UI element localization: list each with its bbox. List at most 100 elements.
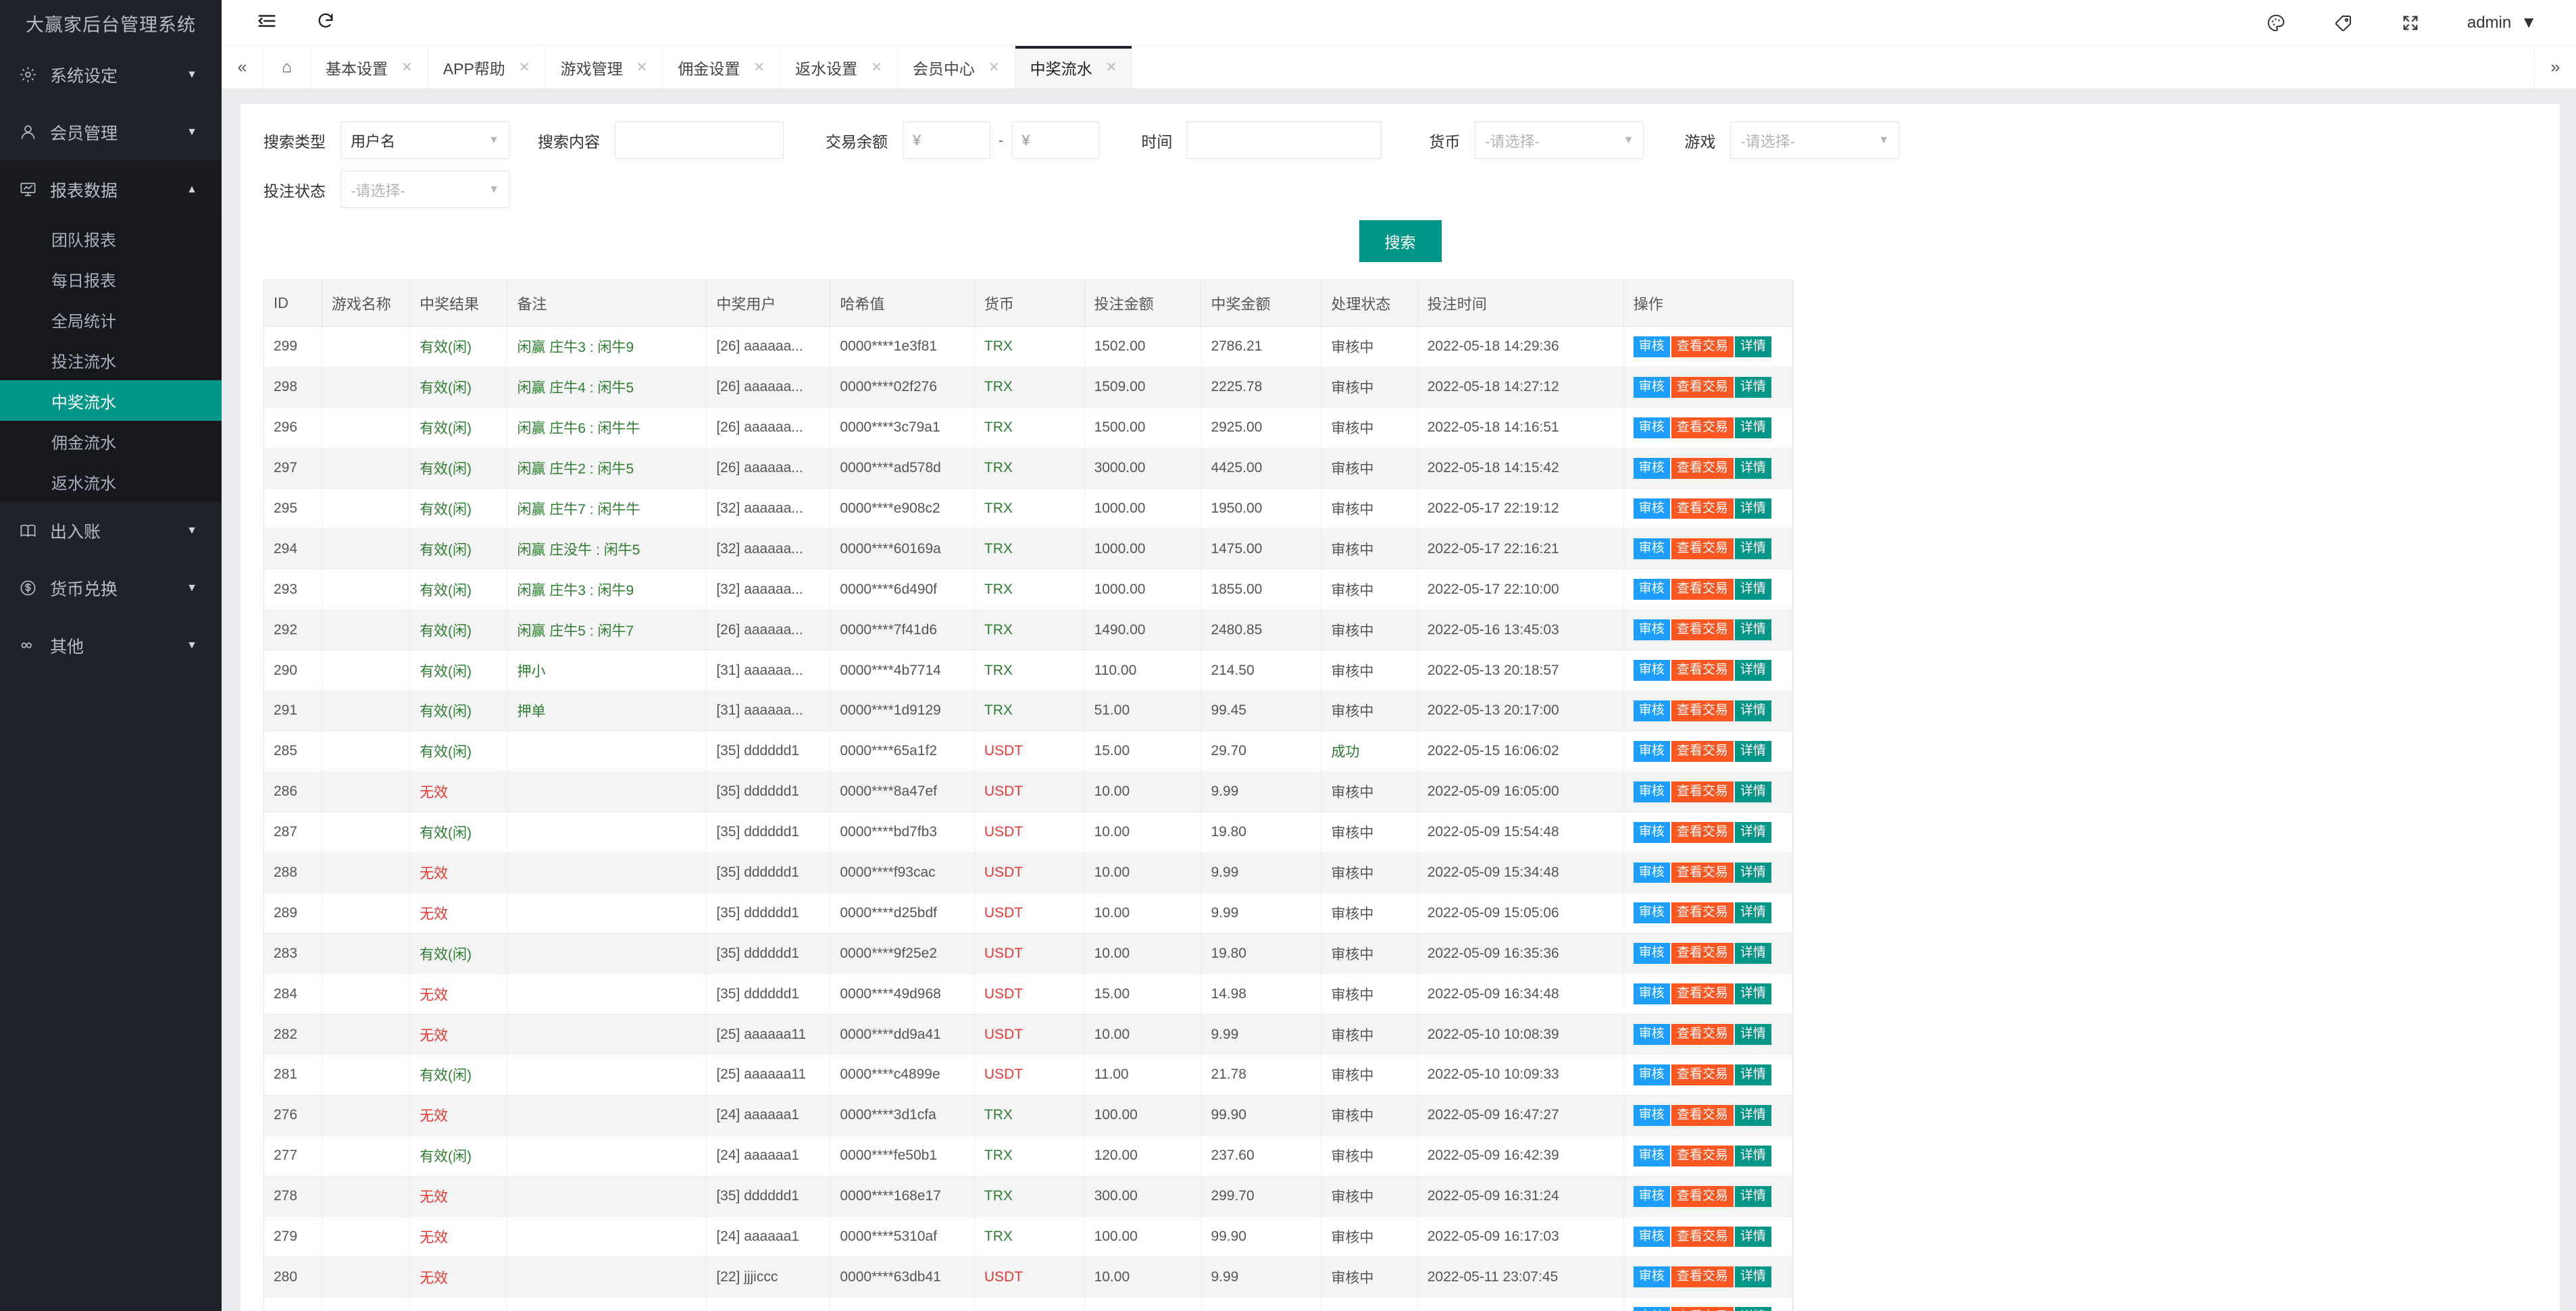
detail-button[interactable]: 详情 xyxy=(1735,1307,1771,1311)
sidebar-group-4[interactable]: 货币兑换▼ xyxy=(0,559,222,617)
view-transaction-button[interactable]: 查看交易 xyxy=(1671,1064,1734,1085)
audit-button[interactable]: 审核 xyxy=(1634,822,1670,843)
user-menu[interactable]: admin ▼ xyxy=(2467,14,2537,32)
detail-button[interactable]: 详情 xyxy=(1735,336,1771,357)
sidebar-item-1[interactable]: 每日报表 xyxy=(0,259,222,299)
search-button[interactable]: 搜索 xyxy=(1359,220,1442,262)
close-icon[interactable]: ✕ xyxy=(753,59,765,76)
detail-button[interactable]: 详情 xyxy=(1735,822,1771,843)
time-input[interactable] xyxy=(1187,122,1382,159)
sidebar-item-3[interactable]: 投注流水 xyxy=(0,340,222,380)
audit-button[interactable]: 审核 xyxy=(1634,741,1670,762)
view-transaction-button[interactable]: 查看交易 xyxy=(1671,1186,1734,1207)
currency-select[interactable]: -请选择- ▼ xyxy=(1475,122,1644,159)
palette-icon[interactable] xyxy=(2266,13,2286,33)
detail-button[interactable]: 详情 xyxy=(1735,417,1771,438)
close-icon[interactable]: ✕ xyxy=(1106,59,1117,76)
detail-button[interactable]: 详情 xyxy=(1735,700,1771,721)
detail-button[interactable]: 详情 xyxy=(1735,1186,1771,1207)
view-transaction-button[interactable]: 查看交易 xyxy=(1671,660,1734,681)
detail-button[interactable]: 详情 xyxy=(1735,863,1771,883)
audit-button[interactable]: 审核 xyxy=(1634,660,1670,681)
tag-icon[interactable] xyxy=(2333,13,2354,33)
sidebar-item-5[interactable]: 佣金流水 xyxy=(0,421,222,461)
refresh-icon[interactable] xyxy=(316,11,335,34)
audit-button[interactable]: 审核 xyxy=(1634,863,1670,883)
view-transaction-button[interactable]: 查看交易 xyxy=(1671,498,1734,519)
audit-button[interactable]: 审核 xyxy=(1634,538,1670,559)
audit-button[interactable]: 审核 xyxy=(1634,1186,1670,1207)
audit-button[interactable]: 审核 xyxy=(1634,943,1670,964)
tab-3[interactable]: 佣金设置✕ xyxy=(663,46,780,88)
view-transaction-button[interactable]: 查看交易 xyxy=(1671,1307,1734,1311)
audit-button[interactable]: 审核 xyxy=(1634,1307,1670,1311)
detail-button[interactable]: 详情 xyxy=(1735,1105,1771,1126)
tab-1[interactable]: APP帮助✕ xyxy=(428,46,546,88)
detail-button[interactable]: 详情 xyxy=(1735,458,1771,479)
audit-button[interactable]: 审核 xyxy=(1634,458,1670,479)
tab-5[interactable]: 会员中心✕ xyxy=(898,46,1015,88)
detail-button[interactable]: 详情 xyxy=(1735,1024,1771,1045)
view-transaction-button[interactable]: 查看交易 xyxy=(1671,781,1734,802)
balance-max-input[interactable]: ¥ xyxy=(1011,122,1099,159)
audit-button[interactable]: 审核 xyxy=(1634,700,1670,721)
audit-button[interactable]: 审核 xyxy=(1634,1105,1670,1126)
sidebar-group-1[interactable]: 会员管理▼ xyxy=(0,103,222,161)
close-icon[interactable]: ✕ xyxy=(871,59,882,76)
sidebar-item-4[interactable]: 中奖流水 xyxy=(0,380,222,421)
audit-button[interactable]: 审核 xyxy=(1634,377,1670,398)
close-icon[interactable]: ✕ xyxy=(401,59,413,76)
view-transaction-button[interactable]: 查看交易 xyxy=(1671,619,1734,640)
audit-button[interactable]: 审核 xyxy=(1634,1146,1670,1166)
view-transaction-button[interactable]: 查看交易 xyxy=(1671,1024,1734,1045)
detail-button[interactable]: 详情 xyxy=(1735,1064,1771,1085)
view-transaction-button[interactable]: 查看交易 xyxy=(1671,1227,1734,1248)
detail-button[interactable]: 详情 xyxy=(1735,1266,1771,1287)
game-select[interactable]: -请选择- ▼ xyxy=(1730,122,1899,159)
balance-min-input[interactable]: ¥ xyxy=(903,122,990,159)
view-transaction-button[interactable]: 查看交易 xyxy=(1671,741,1734,762)
view-transaction-button[interactable]: 查看交易 xyxy=(1671,983,1734,1004)
audit-button[interactable]: 审核 xyxy=(1634,336,1670,357)
sidebar-group-2[interactable]: 报表数据▲ xyxy=(0,161,222,218)
detail-button[interactable]: 详情 xyxy=(1735,538,1771,559)
detail-button[interactable]: 详情 xyxy=(1735,943,1771,964)
view-transaction-button[interactable]: 查看交易 xyxy=(1671,700,1734,721)
detail-button[interactable]: 详情 xyxy=(1735,579,1771,600)
sidebar-item-0[interactable]: 团队报表 xyxy=(0,218,222,259)
detail-button[interactable]: 详情 xyxy=(1735,741,1771,762)
tab-0[interactable]: 基本设置✕ xyxy=(311,46,428,88)
sidebar-group-0[interactable]: 系统设定▼ xyxy=(0,46,222,103)
audit-button[interactable]: 审核 xyxy=(1634,417,1670,438)
audit-button[interactable]: 审核 xyxy=(1634,1064,1670,1085)
audit-button[interactable]: 审核 xyxy=(1634,1024,1670,1045)
sidebar-group-3[interactable]: 出入账▼ xyxy=(0,502,222,559)
detail-button[interactable]: 详情 xyxy=(1735,377,1771,398)
sidebar-item-2[interactable]: 全局统计 xyxy=(0,299,222,340)
tab-home-icon[interactable]: ⌂ xyxy=(263,46,311,88)
audit-button[interactable]: 审核 xyxy=(1634,579,1670,600)
fullscreen-icon[interactable] xyxy=(2401,14,2420,32)
audit-button[interactable]: 审核 xyxy=(1634,983,1670,1004)
view-transaction-button[interactable]: 查看交易 xyxy=(1671,458,1734,479)
detail-button[interactable]: 详情 xyxy=(1735,902,1771,923)
view-transaction-button[interactable]: 查看交易 xyxy=(1671,336,1734,357)
sidebar-group-5[interactable]: 其他▼ xyxy=(0,617,222,674)
tabs-scroll-right-button[interactable]: » xyxy=(2534,46,2576,88)
view-transaction-button[interactable]: 查看交易 xyxy=(1671,417,1734,438)
audit-button[interactable]: 审核 xyxy=(1634,1266,1670,1287)
detail-button[interactable]: 详情 xyxy=(1735,1227,1771,1248)
detail-button[interactable]: 详情 xyxy=(1735,781,1771,802)
view-transaction-button[interactable]: 查看交易 xyxy=(1671,943,1734,964)
audit-button[interactable]: 审核 xyxy=(1634,902,1670,923)
tabs-scroll-left-button[interactable]: « xyxy=(222,46,263,88)
detail-button[interactable]: 详情 xyxy=(1735,619,1771,640)
close-icon[interactable]: ✕ xyxy=(519,59,530,76)
search-content-input[interactable] xyxy=(615,122,784,159)
detail-button[interactable]: 详情 xyxy=(1735,1146,1771,1166)
view-transaction-button[interactable]: 查看交易 xyxy=(1671,822,1734,843)
view-transaction-button[interactable]: 查看交易 xyxy=(1671,863,1734,883)
view-transaction-button[interactable]: 查看交易 xyxy=(1671,579,1734,600)
view-transaction-button[interactable]: 查看交易 xyxy=(1671,377,1734,398)
audit-button[interactable]: 审核 xyxy=(1634,781,1670,802)
